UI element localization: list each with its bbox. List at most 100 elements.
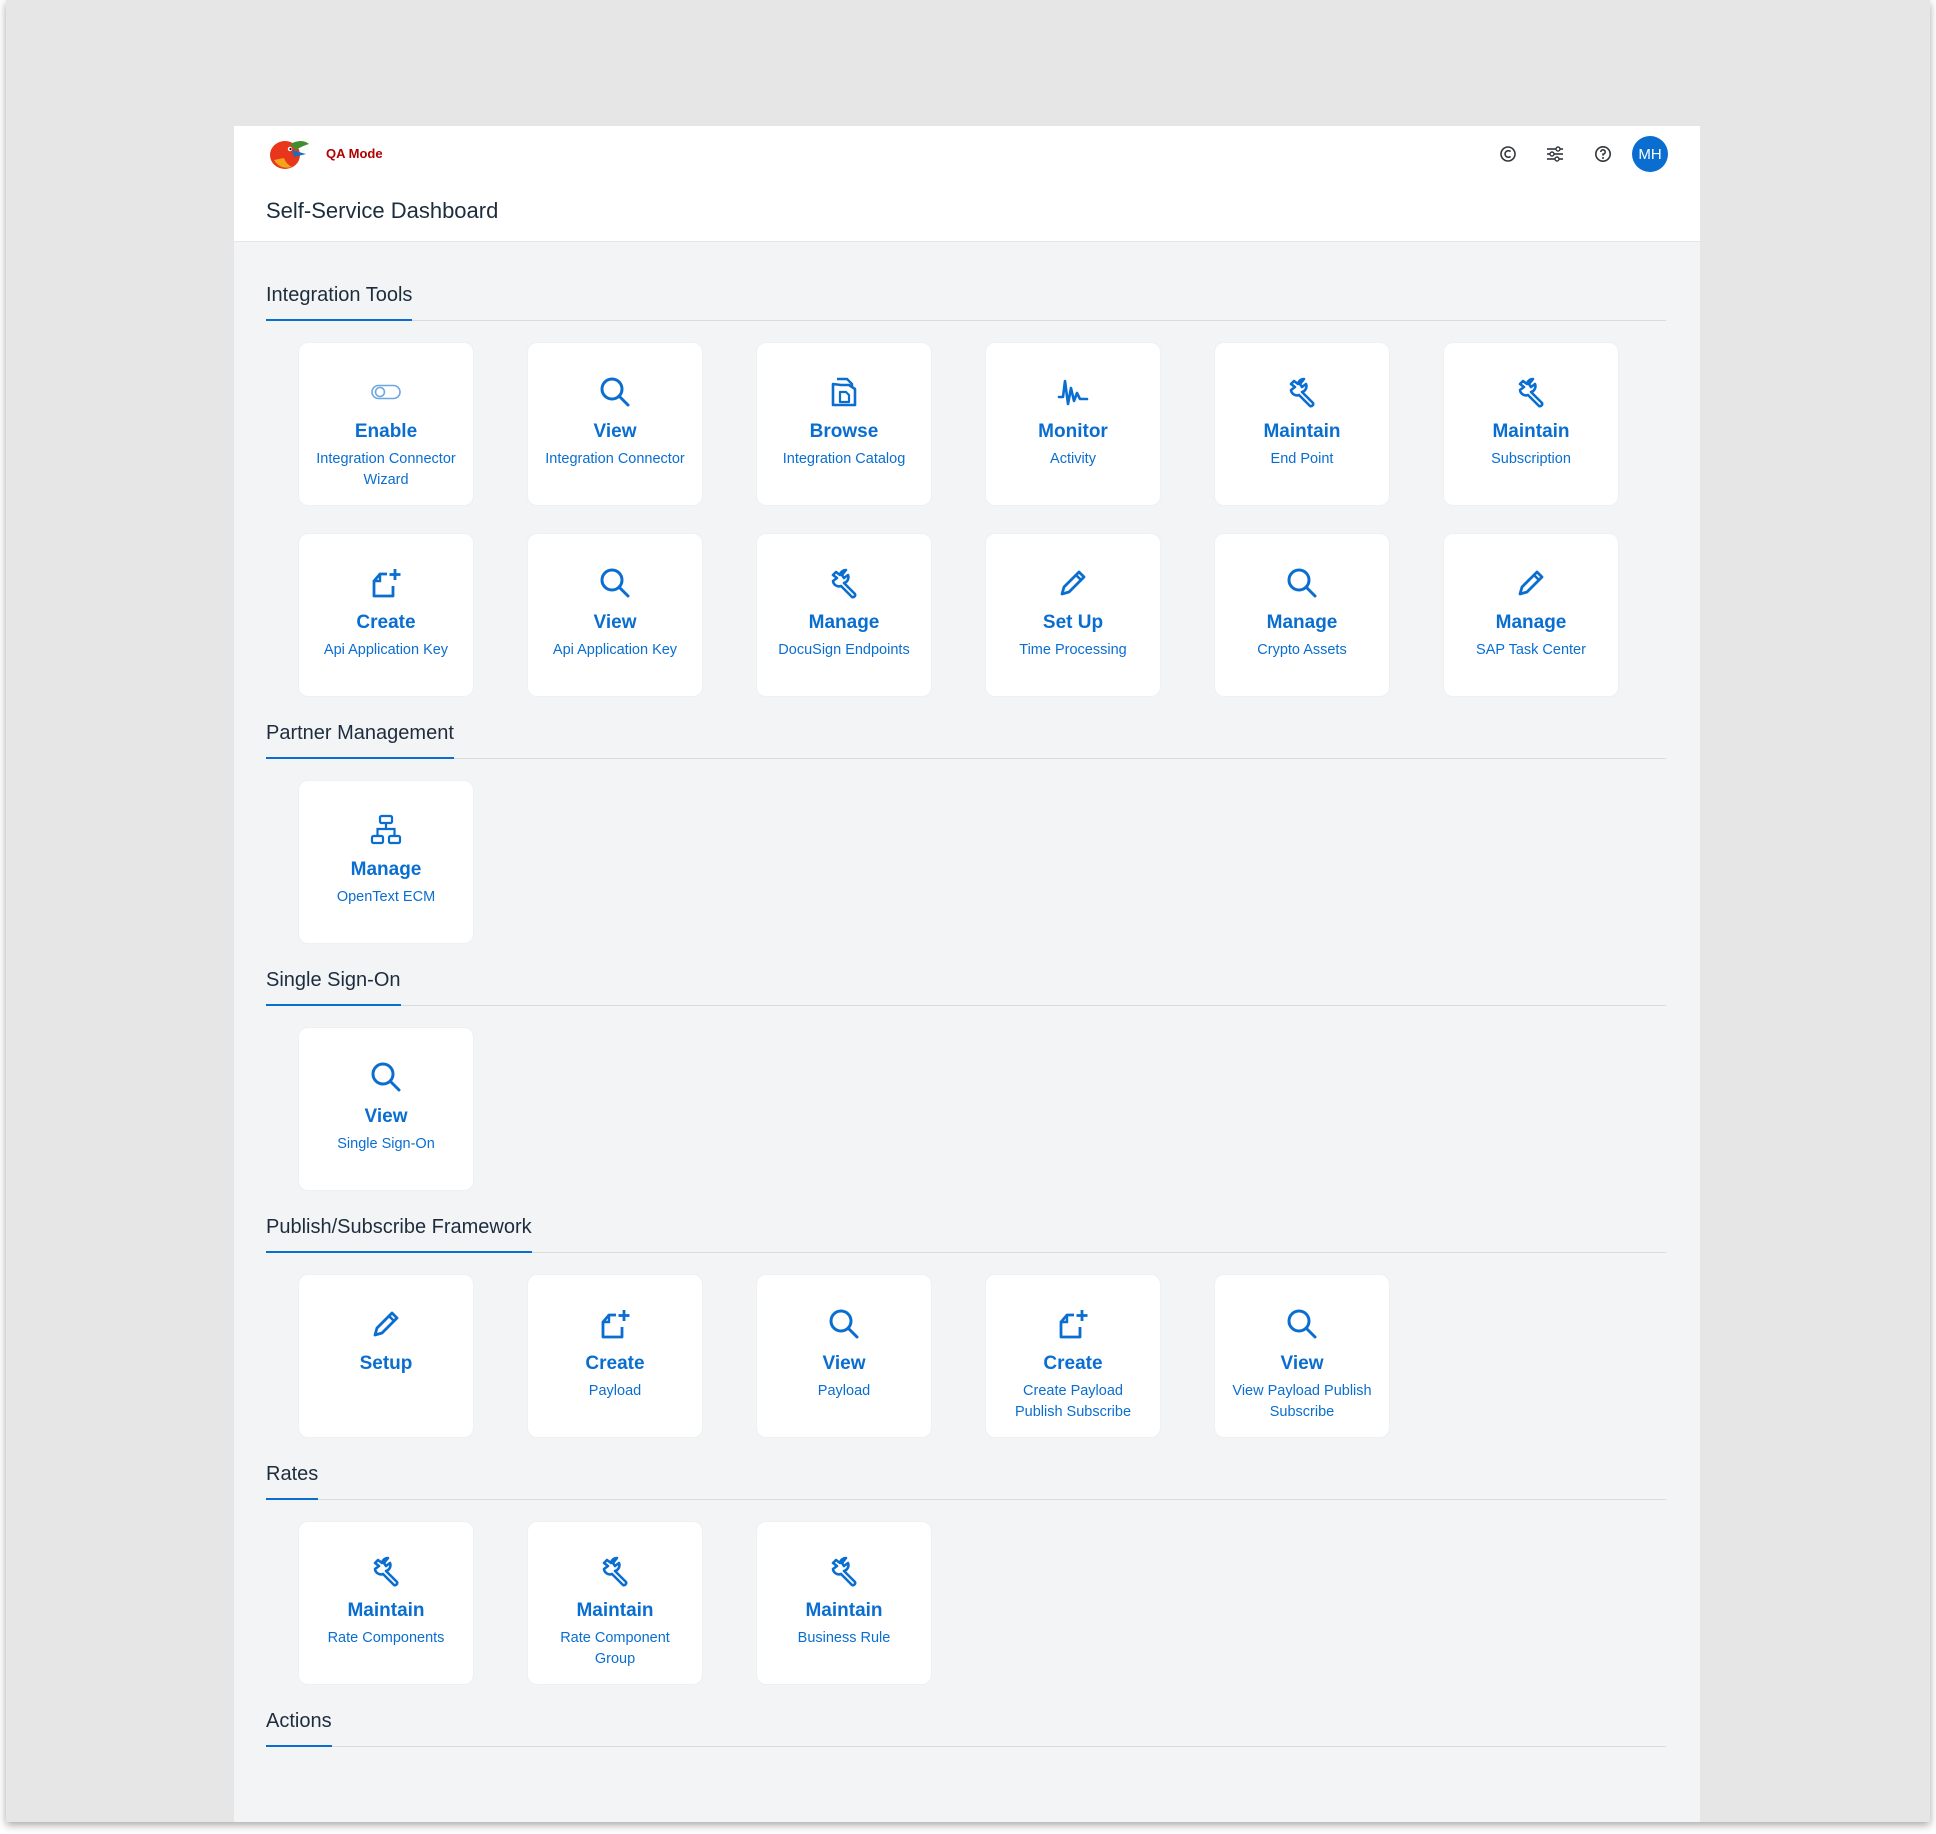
company-logo[interactable] (266, 134, 310, 172)
tile-subtitle: Api Application Key (323, 642, 449, 658)
tile-maintain-subscription[interactable]: Maintain Subscription (1444, 343, 1618, 505)
tile-view-integration-connector[interactable]: View Integration Connector (528, 343, 702, 505)
section-header-partner-management: Partner Management (266, 718, 1666, 759)
pencil-icon (1056, 566, 1090, 600)
page-title: Self-Service Dashboard (266, 198, 499, 223)
section-title: Publish/Subscribe Framework (266, 1216, 532, 1253)
section-header-rates: Rates (266, 1459, 1666, 1500)
tile-setup-main[interactable]: Setup (299, 1275, 473, 1437)
tile-create-create-payload-publish-subscribe[interactable]: Create Create Payload Publish Subscribe (986, 1275, 1160, 1437)
section-title: Actions (266, 1710, 332, 1747)
tile-view-api-application-key[interactable]: View Api Application Key (528, 534, 702, 696)
tile-create-api-application-key[interactable]: Create Api Application Key (299, 534, 473, 696)
tile-title: Maintain (1492, 421, 1570, 442)
wrench-icon (827, 1554, 861, 1588)
user-avatar[interactable]: MH (1632, 136, 1668, 172)
section-header-actions: Actions (266, 1706, 1666, 1747)
tile-title: Manage (1495, 612, 1567, 633)
search-icon (1285, 566, 1319, 600)
pencil-icon (369, 1307, 403, 1341)
help-icon[interactable] (1589, 140, 1617, 168)
tile-title: Maintain (1263, 421, 1341, 442)
tile-subtitle: Rate Component Group (560, 1630, 670, 1667)
tile-view-single-sign-on[interactable]: View Single Sign-On (299, 1028, 473, 1190)
tile-maintain-end-point[interactable]: Maintain End Point (1215, 343, 1389, 505)
tile-title: View (1280, 1353, 1324, 1374)
tile-title: Maintain (347, 1600, 425, 1621)
tile-manage-crypto-assets[interactable]: Manage Crypto Assets (1215, 534, 1389, 696)
pencil-icon (1514, 566, 1548, 600)
tile-subtitle: Single Sign-On (337, 1136, 435, 1152)
app-window: QA Mode Self-Service Dashboard MH Integr… (234, 126, 1700, 1822)
search-icon (598, 566, 632, 600)
tile-title: Create (1043, 1353, 1103, 1374)
wrench-icon (1285, 375, 1319, 409)
documents-icon (827, 375, 861, 409)
section-title: Rates (266, 1463, 319, 1500)
tile-subtitle: Payload (817, 1383, 871, 1399)
wrench-icon (598, 1554, 632, 1588)
tile-title: Set Up (1042, 612, 1104, 633)
tile-title: Maintain (805, 1600, 883, 1621)
qa-mode-label: QA Mode (326, 146, 383, 161)
section-title: Partner Management (266, 722, 454, 759)
wrench-icon (827, 566, 861, 600)
tile-view-payload[interactable]: View Payload (757, 1275, 931, 1437)
tile-monitor-activity[interactable]: Monitor Activity (986, 343, 1160, 505)
tile-subtitle: Integration Connector (545, 451, 685, 467)
tile-title: Create (356, 612, 416, 633)
tile-title: Monitor (1038, 421, 1108, 442)
tile-title: View (364, 1106, 408, 1127)
tile-title: Manage (350, 859, 422, 880)
tile-set-up-time-processing[interactable]: Set Up Time Processing (986, 534, 1160, 696)
tile-subtitle: Activity (1050, 451, 1096, 467)
tile-enable-integration-connector-wizard[interactable]: Enable Integration Connector Wizard (299, 343, 473, 505)
tile-subtitle: DocuSign Endpoints (778, 642, 910, 658)
tile-title: View (822, 1353, 866, 1374)
tile-title: Enable (354, 421, 418, 442)
tile-title: Setup (359, 1353, 413, 1374)
add-document-icon (369, 566, 403, 600)
tile-subtitle: OpenText ECM (336, 889, 436, 905)
search-icon (598, 375, 632, 409)
tile-subtitle: Integration Connector Wizard (316, 451, 456, 488)
tile-subtitle: View Payload Publish Subscribe (1232, 1383, 1372, 1420)
tile-title: Manage (808, 612, 880, 633)
tile-subtitle: End Point (1270, 451, 1334, 467)
section-title: Single Sign-On (266, 969, 401, 1006)
tile-maintain-business-rule[interactable]: Maintain Business Rule (757, 1522, 931, 1684)
tile-manage-docusign-endpoints[interactable]: Manage DocuSign Endpoints (757, 534, 931, 696)
tile-title: Browse (809, 421, 879, 442)
tile-subtitle: Time Processing (1019, 642, 1127, 658)
tile-maintain-rate-component-group[interactable]: Maintain Rate Component Group (528, 1522, 702, 1684)
add-document-icon (1056, 1307, 1090, 1341)
activity-icon (1056, 375, 1090, 409)
search-icon (827, 1307, 861, 1341)
tile-maintain-rate-components[interactable]: Maintain Rate Components (299, 1522, 473, 1684)
shell-header: QA Mode Self-Service Dashboard MH (234, 126, 1700, 242)
tile-subtitle: Business Rule (797, 1630, 891, 1646)
tile-create-payload[interactable]: Create Payload (528, 1275, 702, 1437)
tile-title: Maintain (576, 1600, 654, 1621)
tile-manage-sap-task-center[interactable]: Manage SAP Task Center (1444, 534, 1618, 696)
tile-subtitle: Api Application Key (552, 642, 678, 658)
search-icon (369, 1060, 403, 1094)
tile-subtitle: SAP Task Center (1476, 642, 1586, 658)
copyright-icon[interactable] (1494, 140, 1522, 168)
tile-subtitle: Crypto Assets (1257, 642, 1347, 658)
screenshot-frame: QA Mode Self-Service Dashboard MH Integr… (6, 0, 1930, 1822)
section-header-single-sign-on: Single Sign-On (266, 965, 1666, 1006)
wrench-icon (1514, 375, 1548, 409)
toggle-icon (369, 375, 403, 409)
add-document-icon (598, 1307, 632, 1341)
tile-subtitle: Rate Components (327, 1630, 445, 1646)
tile-title: Create (585, 1353, 645, 1374)
tile-manage-opentext-ecm[interactable]: Manage OpenText ECM (299, 781, 473, 943)
search-icon (1285, 1307, 1319, 1341)
tile-subtitle: Create Payload Publish Subscribe (1014, 1383, 1132, 1420)
wrench-icon (369, 1554, 403, 1588)
tile-view-view-payload-publish-subscribe[interactable]: View View Payload Publish Subscribe (1215, 1275, 1389, 1437)
tile-browse-integration-catalog[interactable]: Browse Integration Catalog (757, 343, 931, 505)
tile-subtitle: Subscription (1491, 451, 1571, 467)
settings-sliders-icon[interactable] (1541, 140, 1569, 168)
